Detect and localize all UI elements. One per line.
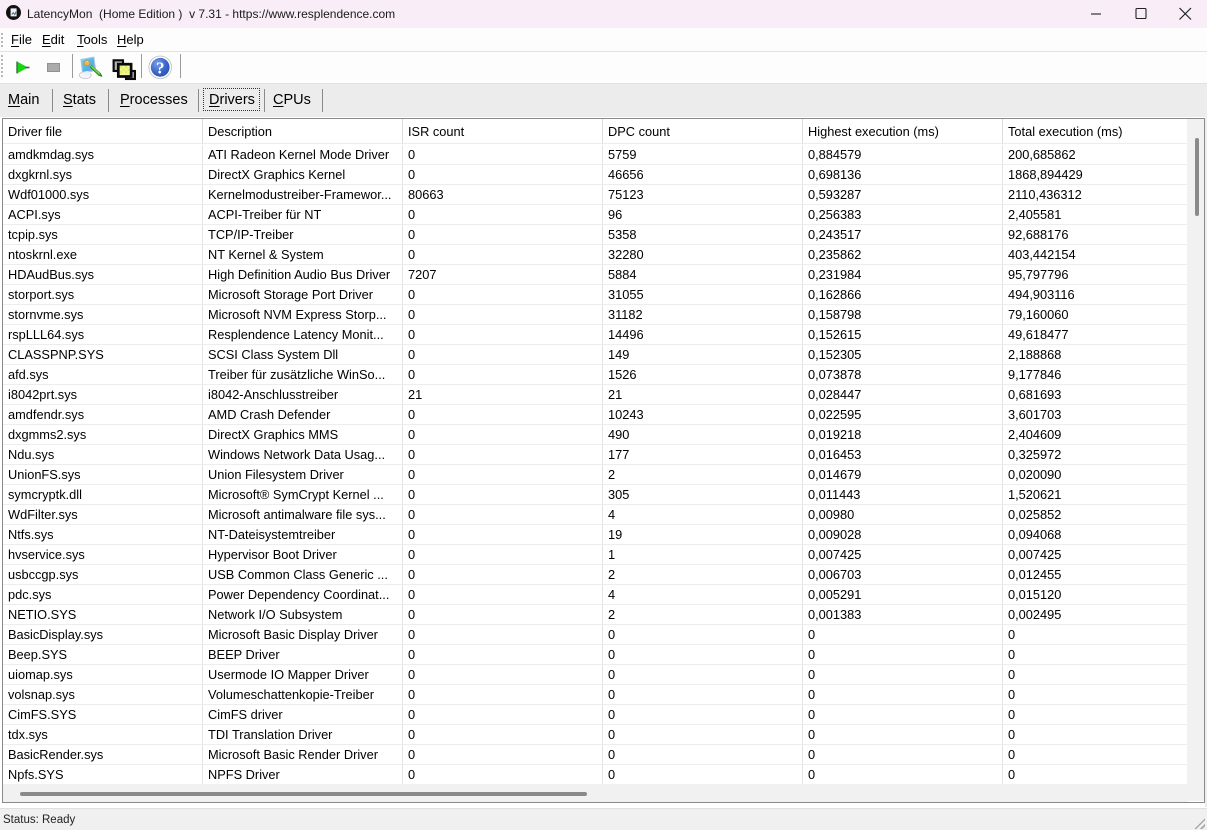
svg-text:?: ? [156,58,165,77]
